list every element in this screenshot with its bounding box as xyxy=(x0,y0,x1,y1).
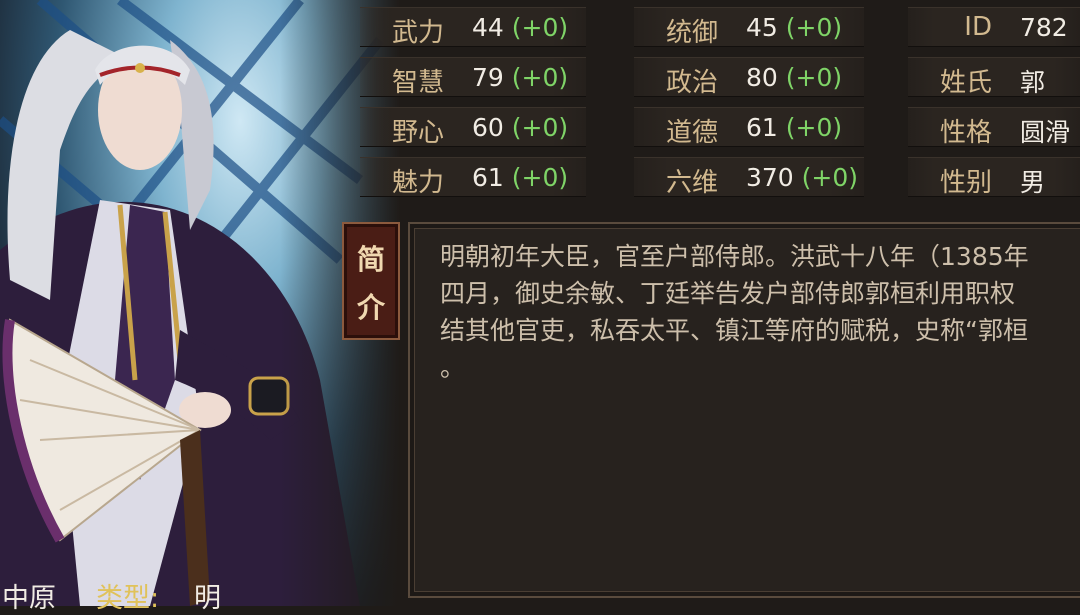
stat-label: 性别 xyxy=(939,168,992,198)
stat-label: 姓氏 xyxy=(939,68,992,98)
stat-value: 61 (+0) xyxy=(746,113,843,142)
stat-bonus: (+0) xyxy=(785,13,843,42)
stat-bonus: (+0) xyxy=(785,113,843,142)
stat-value: 80 (+0) xyxy=(746,63,843,92)
tab-intro-char-2: 介 xyxy=(356,291,385,324)
stat-bonus: (+0) xyxy=(801,163,859,192)
stat-xingbie: 性别 男 xyxy=(908,157,1080,198)
stat-label: 性格 xyxy=(939,118,992,148)
stat-label: 六维 xyxy=(665,168,718,198)
stat-label: 统御 xyxy=(665,18,718,48)
stat-liuwei: 六维 370 (+0) xyxy=(634,157,864,198)
stat-id: ID 782 xyxy=(908,7,1080,47)
stat-label: 武力 xyxy=(391,18,444,48)
stat-label: 野心 xyxy=(391,118,444,148)
stat-bonus: (+0) xyxy=(511,13,569,42)
stat-label: 道德 xyxy=(665,118,718,148)
type-value: 明 xyxy=(194,583,221,614)
stat-xingge: 性格 圆滑 xyxy=(908,107,1080,148)
stat-value: 郭 xyxy=(1020,68,1046,97)
stat-wuli: 武力 44 (+0) xyxy=(360,7,586,48)
stat-meili: 魅力 61 (+0) xyxy=(360,157,586,198)
stat-zhihui: 智慧 79 (+0) xyxy=(360,57,586,98)
stat-label: 智慧 xyxy=(391,68,444,98)
stat-value: 男 xyxy=(1020,168,1046,197)
stat-daode: 道德 61 (+0) xyxy=(634,107,864,148)
stat-value: 61 (+0) xyxy=(472,163,569,192)
stat-zhengzhi: 政治 80 (+0) xyxy=(634,57,864,98)
stat-value: 圆滑 xyxy=(1020,118,1071,147)
stat-value: 370 (+0) xyxy=(746,163,859,192)
stat-bonus: (+0) xyxy=(785,63,843,92)
stat-xingshi: 姓氏 郭 xyxy=(908,57,1080,98)
intro-panel: 明朝初年大臣，官至户部侍郎。洪武十八年（1385年 四月，御史余敏、丁廷举告发户… xyxy=(408,222,1080,598)
stat-value: 782 xyxy=(1020,13,1068,42)
stat-value: 44 (+0) xyxy=(472,13,569,42)
stat-value: 45 (+0) xyxy=(746,13,843,42)
stat-bonus: (+0) xyxy=(511,113,569,142)
region-text: 中原 xyxy=(2,583,56,614)
stat-yexin: 野心 60 (+0) xyxy=(360,107,586,148)
tab-intro[interactable]: 简 介 xyxy=(342,222,400,340)
stat-label: ID xyxy=(964,12,992,42)
intro-text: 明朝初年大臣，官至户部侍郎。洪武十八年（1385年 四月，御史余敏、丁廷举告发户… xyxy=(440,242,1029,382)
stat-label: 政治 xyxy=(665,68,718,98)
tab-intro-char-1: 简 xyxy=(356,243,385,276)
character-portrait xyxy=(0,0,400,606)
type-label: 类型: xyxy=(96,583,160,614)
stat-tongyu: 统御 45 (+0) xyxy=(634,7,864,48)
stat-bonus: (+0) xyxy=(511,163,569,192)
stat-value: 79 (+0) xyxy=(472,63,569,92)
stat-bonus: (+0) xyxy=(511,63,569,92)
stat-value: 60 (+0) xyxy=(472,113,569,142)
stat-label: 魅力 xyxy=(391,168,444,198)
